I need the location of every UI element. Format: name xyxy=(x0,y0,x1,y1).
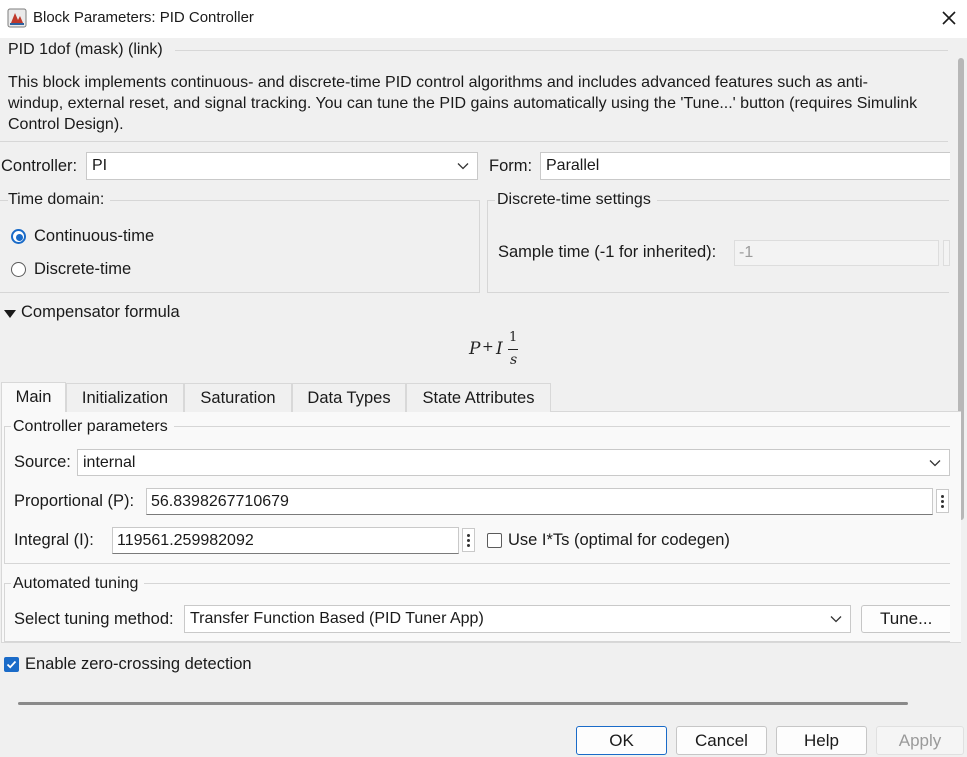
zero-crossing-label[interactable]: Enable zero-crossing detection xyxy=(25,655,252,674)
discrete-time-label[interactable]: Discrete-time xyxy=(34,260,131,279)
source-value: internal xyxy=(83,453,136,471)
tab-initialization[interactable]: Initialization xyxy=(66,383,184,412)
tuning-method-value: Transfer Function Based (PID Tuner App) xyxy=(190,610,484,627)
compensator-formula-toggle[interactable]: Compensator formula xyxy=(21,303,180,322)
sample-time-value: -1 xyxy=(739,244,754,261)
source-dropdown[interactable]: internal xyxy=(77,449,950,476)
chevron-down-icon xyxy=(457,163,469,170)
tuning-method-dropdown[interactable]: Transfer Function Based (PID Tuner App) xyxy=(184,605,851,633)
integral-menu-icon[interactable] xyxy=(462,528,475,552)
automated-tuning-title: Automated tuning xyxy=(11,575,145,593)
mask-header: PID 1dof (mask) (link) xyxy=(8,41,169,59)
chevron-down-icon xyxy=(830,616,842,623)
checkmark-icon xyxy=(6,660,17,669)
zero-crossing-checkbox[interactable] xyxy=(4,657,19,672)
tab-saturation[interactable]: Saturation xyxy=(184,383,292,412)
simulink-block-icon xyxy=(7,8,27,28)
chevron-down-icon xyxy=(929,459,941,466)
formula-fraction-bar xyxy=(508,349,518,350)
formula-i: I xyxy=(496,339,503,359)
title-bar: Block Parameters: PID Controller xyxy=(0,0,967,38)
horizontal-scrollbar[interactable] xyxy=(18,702,908,705)
tab-data-types[interactable]: Data Types xyxy=(292,383,406,412)
proportional-value: 56.8398267710679 xyxy=(151,492,289,510)
mask-description: This block implements continuous- and di… xyxy=(8,74,918,133)
discrete-time-radio[interactable] xyxy=(11,262,26,277)
time-domain-frame xyxy=(0,200,480,293)
tab-state-attributes[interactable]: State Attributes xyxy=(406,383,551,412)
controller-dropdown[interactable]: PI xyxy=(86,152,478,180)
help-button[interactable]: Help xyxy=(776,726,867,755)
proportional-label: Proportional (P): xyxy=(14,492,135,510)
formula-numerator: 1 xyxy=(509,330,518,345)
formula-plus: + xyxy=(482,339,494,355)
cancel-button[interactable]: Cancel xyxy=(676,726,767,755)
tab-main[interactable]: Main xyxy=(1,382,66,412)
discrete-settings-title: Discrete-time settings xyxy=(495,191,657,209)
integral-input[interactable]: 119561.259982092 xyxy=(112,527,459,554)
description-divider xyxy=(0,141,948,142)
continuous-time-radio[interactable] xyxy=(11,229,26,244)
compensator-formula: P + I 1 s xyxy=(468,330,528,372)
sample-time-input[interactable]: -1 xyxy=(734,240,939,266)
source-label: Source: xyxy=(14,453,71,471)
use-its-checkbox[interactable] xyxy=(487,533,502,548)
tuning-method-label: Select tuning method: xyxy=(14,610,174,628)
continuous-time-label[interactable]: Continuous-time xyxy=(34,227,154,246)
time-domain-title: Time domain: xyxy=(8,191,111,209)
sample-time-label: Sample time (-1 for inherited): xyxy=(498,243,717,261)
controller-label: Controller: xyxy=(1,157,78,175)
controller-value: PI xyxy=(92,157,108,174)
controller-parameters-title: Controller parameters xyxy=(11,418,174,436)
formula-denominator: s xyxy=(510,352,518,368)
proportional-menu-icon[interactable] xyxy=(936,489,949,513)
caret-down-icon[interactable] xyxy=(4,306,16,318)
close-icon[interactable] xyxy=(936,5,962,31)
mask-header-divider xyxy=(175,50,948,51)
form-label: Form: xyxy=(489,157,533,175)
ok-button[interactable]: OK xyxy=(576,726,667,755)
form-dropdown[interactable]: Parallel xyxy=(540,152,950,180)
window-title: Block Parameters: PID Controller xyxy=(33,9,254,26)
tune-button[interactable]: Tune... xyxy=(861,605,950,633)
integral-value: 119561.259982092 xyxy=(117,531,254,549)
proportional-input[interactable]: 56.8398267710679 xyxy=(146,488,933,515)
integral-label: Integral (I): xyxy=(14,531,94,549)
formula-p: P xyxy=(469,339,481,359)
apply-button[interactable]: Apply xyxy=(876,726,964,755)
form-value: Parallel xyxy=(546,157,600,174)
use-its-label[interactable]: Use I*Ts (optimal for codegen) xyxy=(508,531,730,550)
sample-time-menu-button[interactable] xyxy=(943,240,950,266)
